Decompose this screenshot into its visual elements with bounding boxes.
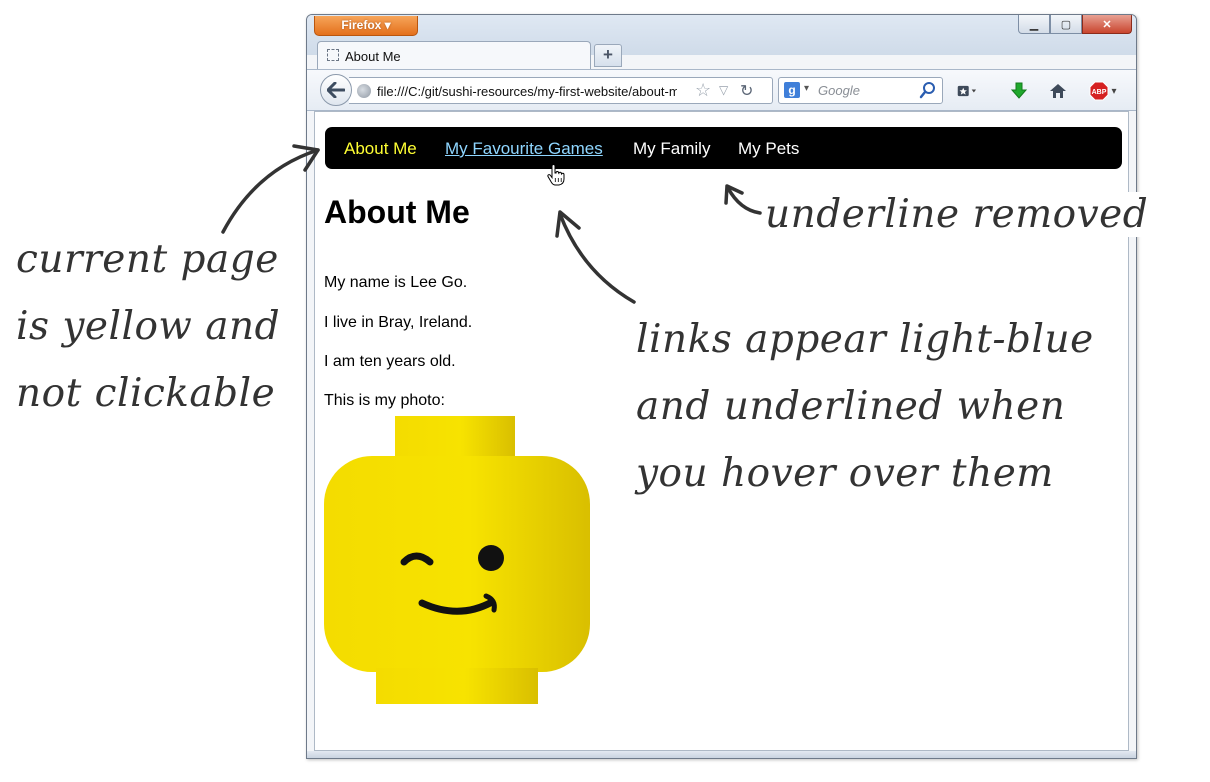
nav-link-my-favourite-games[interactable]: My Favourite Games [445,139,603,159]
adblock-dropdown-icon: ▾ [1111,85,1117,97]
minimize-button[interactable]: ▁ [1018,15,1050,34]
maximize-icon: ▢ [1060,18,1072,31]
hand-cursor-icon [547,164,565,186]
annotation-current-page: current page is yellow and not clickable [16,237,281,416]
navigation-toolbar: file:///C:/git/sushi-resources/my-first-… [307,69,1136,111]
home-icon [1050,84,1066,98]
adblock-label: ABP [1092,89,1107,96]
back-button[interactable] [320,74,352,106]
download-icon [1010,82,1028,99]
page-icon [327,49,339,61]
window-bottom-frame [307,751,1136,758]
adblock-button[interactable]: ABP ▾ [1086,81,1120,101]
search-icon[interactable] [919,81,937,99]
downloads-button[interactable] [1008,81,1030,101]
tab-title: About Me [345,49,401,64]
google-icon[interactable]: g [784,82,800,98]
reload-icon[interactable]: ↻ [740,81,753,101]
close-icon: ✕ [1102,18,1112,31]
lego-head-photo [324,416,590,704]
page-title: About Me [324,194,470,230]
maximize-button[interactable]: ▢ [1050,15,1082,34]
nav-link-my-family[interactable]: My Family [633,139,710,159]
search-bar[interactable]: g ▾ Google [778,77,943,104]
paragraph-location: I live in Bray, Ireland. [324,314,473,331]
site-identity-icon[interactable] [357,84,371,98]
annotation-underline-removed: underline removed [765,192,1155,237]
bookmarks-button[interactable] [957,81,979,101]
url-text[interactable]: file:///C:/git/sushi-resources/my-first-… [377,84,677,99]
history-dropdown-icon[interactable]: ▽ [719,83,728,97]
bookmark-star-icon[interactable]: ☆ [695,80,711,101]
bookmarks-icon [957,85,977,97]
paragraph-age: I am ten years old. [324,353,456,370]
firefox-menu-label: Firefox [341,18,382,32]
home-button[interactable] [1047,81,1069,101]
adblock-icon: ABP [1089,81,1109,101]
url-bar[interactable]: file:///C:/git/sushi-resources/my-first-… [349,77,773,104]
back-arrow-icon [327,82,345,98]
annotation-links-hover: links appear light-blue and underlined w… [636,317,1094,496]
search-placeholder: Google [818,83,860,98]
arrow-to-current-page [221,148,320,234]
window-controls: ▁ ▢ ✕ [1018,15,1132,34]
tab-about-me[interactable]: About Me [317,41,591,69]
firefox-menu-button[interactable]: Firefox ▾ [314,16,418,36]
search-engine-dropdown-icon[interactable]: ▾ [804,83,809,94]
minimize-icon: ▁ [1029,18,1039,31]
nav-link-my-pets[interactable]: My Pets [738,139,799,159]
close-button[interactable]: ✕ [1082,15,1132,34]
paragraph-photo: This is my photo: [324,392,445,409]
paragraph-name: My name is Lee Go. [324,274,468,291]
site-nav: About Me My Favourite Games My Family My… [325,127,1122,186]
new-tab-button[interactable]: + [594,44,622,67]
nav-link-about-me: About Me [344,139,417,158]
